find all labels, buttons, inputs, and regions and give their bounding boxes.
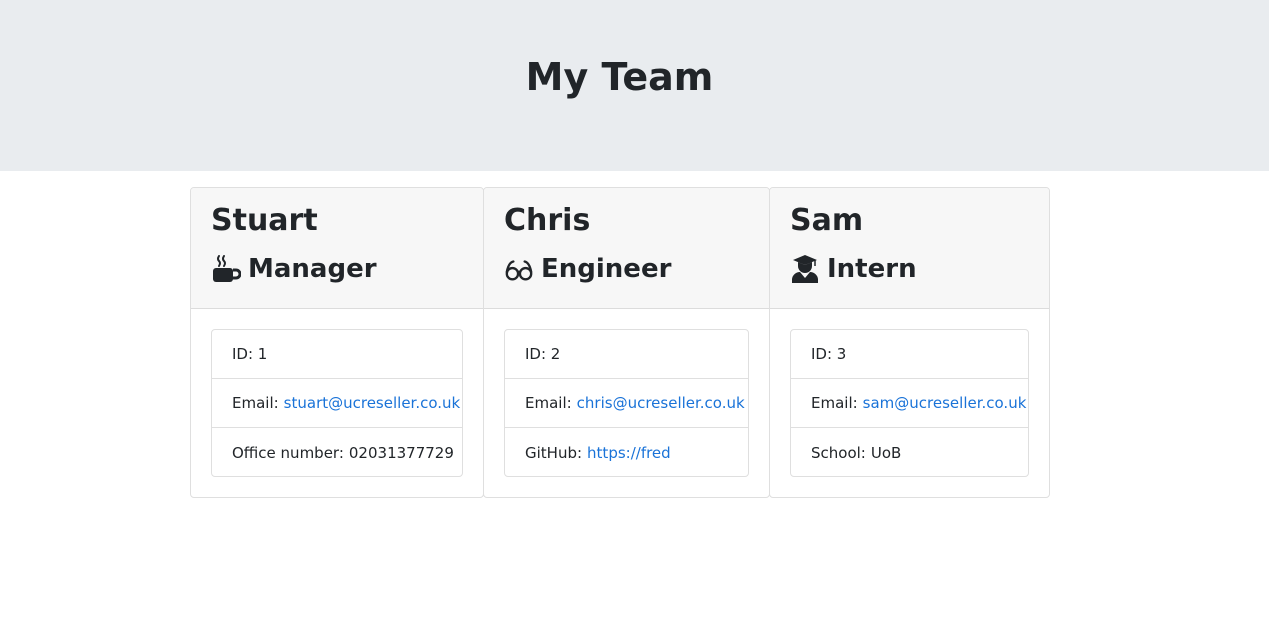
email-label: Email: [525, 394, 572, 412]
email-label: Email: [811, 394, 858, 412]
office-number-label: Office number: [232, 443, 344, 462]
list-item-email: Email: stuart@ucreseller.co.uk [212, 379, 462, 428]
list-item-office-number: Office number: 02031377729 [212, 428, 462, 477]
employee-card-manager: Stuart Manager ID: 1 Email: stuart@ucres… [190, 187, 484, 498]
email-label: Email: [232, 394, 279, 412]
list-item-github: GitHub: https://fred [505, 428, 748, 477]
list-item-email: Email: sam@ucreseller.co.uk [791, 379, 1028, 428]
graduate-icon [790, 254, 820, 284]
employee-details-list: ID: 2 Email: chris@ucreseller.co.uk GitH… [504, 329, 749, 477]
employee-details-list: ID: 3 Email: sam@ucreseller.co.uk School… [790, 329, 1029, 477]
employee-card-intern: Sam Intern ID: 3 Email: sam@ucreseller.c… [769, 187, 1050, 498]
list-item-id: ID: 2 [505, 330, 748, 379]
role-label: Manager [248, 254, 377, 284]
coffee-icon [211, 254, 241, 284]
role-label: Intern [827, 254, 917, 284]
list-item-school: School: UoB [791, 428, 1028, 477]
employee-name: Sam [790, 203, 864, 238]
employee-details-list: ID: 1 Email: stuart@ucreseller.co.uk Off… [211, 329, 463, 477]
card-header: Sam Intern [770, 188, 1049, 309]
employee-role: Intern [790, 252, 917, 286]
card-header: Stuart Manager [191, 188, 483, 309]
employee-card-engineer: Chris Engineer ID: 2 Email: chris@ucrese… [483, 187, 770, 498]
glasses-icon [504, 254, 534, 284]
email-link[interactable]: sam@ucreseller.co.uk [863, 394, 1027, 412]
card-header: Chris Engineer [484, 188, 769, 309]
employee-role: Engineer [504, 252, 671, 286]
list-item-id: ID: 3 [791, 330, 1028, 379]
list-item-id: ID: 1 [212, 330, 462, 379]
employee-id: ID: 3 [811, 345, 847, 363]
page-title: My Team [525, 55, 714, 99]
office-number-value: 02031377729 [348, 443, 454, 462]
employee-role: Manager [211, 252, 377, 286]
school-label: School: [811, 443, 866, 462]
github-link[interactable]: https://fred [587, 444, 671, 462]
employee-id: ID: 1 [232, 345, 268, 363]
role-label: Engineer [541, 254, 672, 284]
github-label: GitHub: [525, 443, 583, 462]
email-link[interactable]: stuart@ucreseller.co.uk [284, 394, 461, 412]
header-jumbotron: My Team [0, 0, 1269, 171]
employee-id: ID: 2 [525, 345, 561, 363]
employee-name: Stuart [211, 203, 318, 238]
employee-name: Chris [504, 203, 591, 238]
email-link[interactable]: chris@ucreseller.co.uk [577, 394, 745, 412]
school-value: UoB [870, 443, 902, 462]
list-item-email: Email: chris@ucreseller.co.uk [505, 379, 748, 428]
